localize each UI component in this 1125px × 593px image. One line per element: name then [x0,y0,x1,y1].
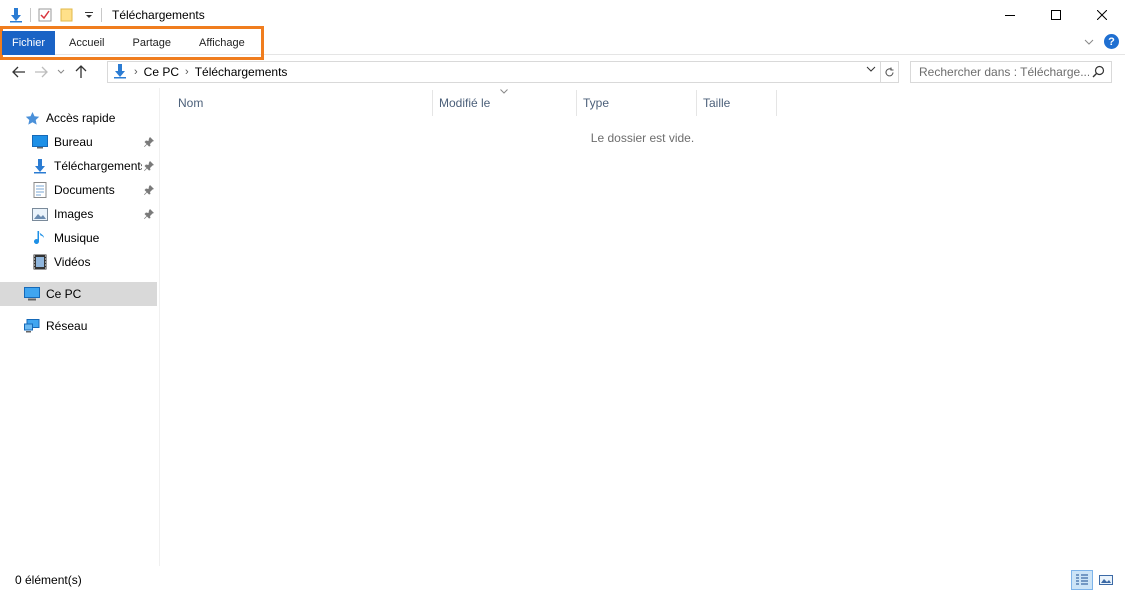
large-icons-view-button[interactable] [1095,570,1117,590]
nav-item-images[interactable]: Images [32,202,157,226]
nav-item-label: Réseau [46,319,88,333]
computer-icon [24,286,40,302]
nav-item-label: Vidéos [54,255,91,269]
breadcrumb-ce-pc[interactable]: Ce PC [144,65,179,79]
properties-icon[interactable] [37,7,53,23]
navigation-pane: Accès rapide Bureau Téléchargements Docu… [0,88,160,566]
pin-icon[interactable] [144,184,154,198]
minimize-icon [1005,15,1015,16]
qat-separator [30,8,31,22]
download-folder-icon[interactable] [8,7,24,23]
chevron-right-icon[interactable]: › [134,66,138,78]
nav-item-label: Bureau [54,135,93,149]
window-title: Téléchargements [112,8,205,22]
column-header-nom[interactable]: Nom [172,90,433,116]
pin-icon[interactable] [144,160,154,174]
maximize-icon [1051,10,1061,20]
nav-item-label: Ce PC [46,287,82,301]
details-view-icon [1076,574,1088,585]
breadcrumb-telechargements[interactable]: Téléchargements [195,65,288,79]
pin-icon[interactable] [144,136,154,150]
address-dropdown-icon[interactable] [866,65,876,76]
forward-arrow-icon [35,66,48,78]
nav-item-label: Accès rapide [46,111,116,125]
search-icon[interactable] [1092,65,1105,81]
documents-icon [32,182,48,198]
maximize-button[interactable] [1033,0,1079,30]
qat-separator-2 [101,8,102,22]
back-arrow-icon [12,66,25,78]
minimize-button[interactable] [987,0,1033,30]
nav-item-label: Téléchargements [54,159,142,173]
large-icons-view-icon [1099,575,1113,585]
ribbon-right-controls: ? [1084,34,1119,49]
nav-item-documents[interactable]: Documents [32,178,157,202]
nav-item-telechargements[interactable]: Téléchargements [32,154,157,178]
refresh-icon [885,67,894,76]
close-icon [1097,10,1107,20]
chevron-down-icon [57,69,65,74]
images-icon [32,206,48,222]
file-list: Nom Modifié le Type Taille Le dossier es… [160,88,1125,566]
customize-qat-icon[interactable] [81,7,97,23]
network-icon [24,318,40,334]
forward-button[interactable] [30,60,52,84]
nav-item-label: Images [54,207,94,221]
item-count: 0 élément(s) [15,572,82,587]
desktop-icon [32,134,48,150]
view-switcher [1069,570,1117,590]
new-folder-icon[interactable] [59,7,75,23]
close-button[interactable] [1079,0,1125,30]
details-view-button[interactable] [1071,570,1093,590]
tab-accueil[interactable]: Accueil [55,31,118,55]
window-controls [987,0,1125,30]
ribbon-tabs: Fichier Accueil Partage Affichage [2,31,259,55]
search-input[interactable] [919,65,1089,79]
download-location-icon [112,63,128,82]
back-button[interactable] [8,60,30,84]
nav-item-musique[interactable]: Musique [32,226,157,250]
ribbon: Fichier Accueil Partage Affichage ? [0,26,1125,60]
download-icon [32,158,48,174]
nav-item-videos[interactable]: Vidéos [32,250,157,274]
up-button[interactable] [70,60,92,84]
tab-affichage[interactable]: Affichage [185,31,259,55]
column-header-taille[interactable]: Taille [697,90,777,116]
column-header-type[interactable]: Type [577,90,697,116]
music-icon [32,230,48,246]
nav-item-label: Musique [54,231,100,245]
help-icon[interactable]: ? [1104,34,1119,49]
empty-folder-message: Le dossier est vide. [590,131,695,145]
recent-locations-button[interactable] [52,60,70,84]
up-arrow-icon [75,65,87,78]
star-icon [24,110,40,126]
sort-chevron-icon [500,87,508,96]
search-box[interactable] [910,61,1112,83]
nav-item-label: Documents [54,183,115,197]
nav-item-reseau[interactable]: Réseau [24,314,157,338]
pin-icon[interactable] [144,208,154,222]
address-bar[interactable]: › Ce PC › Téléchargements [107,61,881,83]
nav-item-acces-rapide[interactable]: Accès rapide [24,106,157,130]
expand-ribbon-icon[interactable] [1084,35,1094,49]
refresh-button[interactable] [881,61,899,83]
nav-item-bureau[interactable]: Bureau [32,130,157,154]
tab-fichier[interactable]: Fichier [2,31,56,55]
chevron-right-icon[interactable]: › [185,66,189,78]
status-bar: 0 élément(s) [0,566,1125,593]
navigation-bar: › Ce PC › Téléchargements [0,56,1125,88]
nav-item-ce-pc[interactable]: Ce PC [0,282,157,306]
videos-icon [32,254,48,270]
tab-partage[interactable]: Partage [118,31,185,55]
